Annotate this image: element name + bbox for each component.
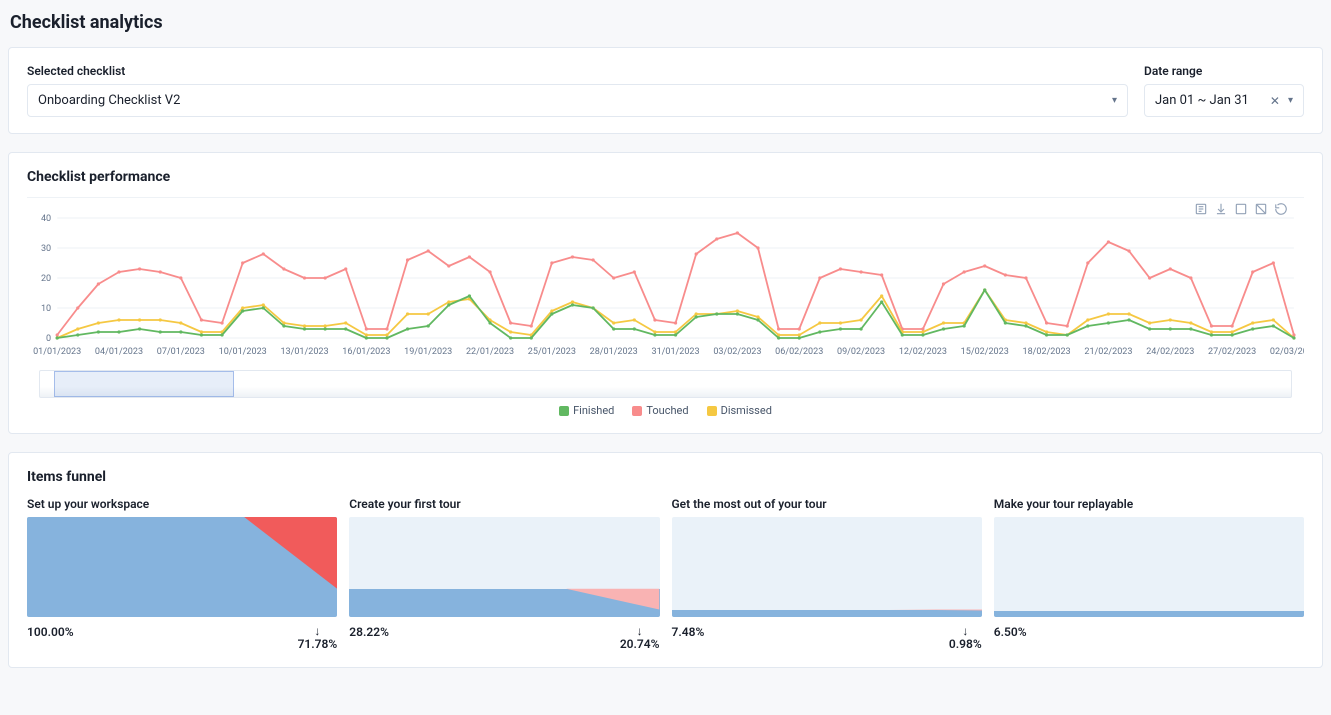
daterange-label: Date range [1144,64,1304,78]
svg-text:15/02/2023: 15/02/2023 [961,347,1009,357]
funnel-drop-pct: 71.78% [298,637,338,651]
zoom-icon[interactable] [1234,202,1248,216]
funnel-drop: ↓ 0.98% [949,625,982,651]
funnel-pct: 100.00% [27,625,74,639]
svg-text:12/02/2023: 12/02/2023 [899,347,947,357]
svg-text:31/01/2023: 31/01/2023 [651,347,699,357]
svg-text:30: 30 [41,244,51,254]
svg-text:22/01/2023: 22/01/2023 [466,347,514,357]
funnel-step-title: Get the most out of your tour [672,497,982,511]
arrow-down-icon: ↓ [620,625,660,637]
svg-text:01/01/2023: 01/01/2023 [33,347,81,357]
performance-title: Checklist performance [27,169,1304,185]
svg-text:20: 20 [41,274,51,284]
arrow-down-icon: ↓ [298,625,338,637]
legend-dismissed[interactable]: Dismissed [707,404,772,417]
funnel-bar [672,517,982,617]
funnel-bar [349,517,659,617]
page-title: Checklist analytics [10,12,1329,33]
svg-text:09/02/2023: 09/02/2023 [837,347,885,357]
svg-text:03/02/2023: 03/02/2023 [713,347,761,357]
svg-text:19/01/2023: 19/01/2023 [404,347,452,357]
svg-text:0: 0 [46,334,51,344]
svg-text:07/01/2023: 07/01/2023 [157,347,205,357]
checklist-label: Selected checklist [27,64,1128,78]
svg-text:18/02/2023: 18/02/2023 [1023,347,1071,357]
download-icon[interactable] [1214,202,1228,216]
funnel-step: Set up your workspace 100.00% ↓ 71.78% [27,497,337,651]
performance-chart-wrap: 0 10 20 30 40 01/01/2023 04/01/2023 07/01/2023 1… [27,197,1304,417]
chart-toolbar [1194,202,1288,216]
funnel-card: Items funnel Set up your workspace 100.0… [8,452,1323,668]
restore-icon[interactable] [1274,202,1288,216]
funnel-step-title: Make your tour replayable [994,497,1304,511]
svg-text:24/02/2023: 24/02/2023 [1146,347,1194,357]
svg-text:16/01/2023: 16/01/2023 [342,347,390,357]
svg-text:06/02/2023: 06/02/2023 [775,347,823,357]
svg-text:04/01/2023: 04/01/2023 [95,347,143,357]
chevron-down-icon: ▾ [1288,95,1293,106]
daterange-value: Jan 01 ~ Jan 31 [1155,93,1249,108]
clear-icon[interactable]: ✕ [1270,94,1280,108]
svg-text:40: 40 [41,214,51,224]
svg-text:27/02/2023: 27/02/2023 [1208,347,1256,357]
chart-legend: Finished Touched Dismissed [27,404,1304,417]
funnel-drop: ↓ 20.74% [620,625,660,651]
svg-text:21/02/2023: 21/02/2023 [1084,347,1132,357]
filters-card: Selected checklist Onboarding Checklist … [8,47,1323,134]
funnel-pct: 6.50% [994,625,1027,639]
zoom-brush-selection[interactable] [54,371,234,397]
funnel-step-title: Create your first tour [349,497,659,511]
checklist-value: Onboarding Checklist V2 [38,93,180,108]
data-view-icon[interactable] [1194,202,1208,216]
checklist-select[interactable]: Onboarding Checklist V2 ▾ [27,84,1128,117]
funnel-drop-pct: 20.74% [620,637,660,651]
svg-text:02/03/2023: 02/03/2023 [1270,347,1304,357]
svg-text:10/01/2023: 10/01/2023 [219,347,267,357]
daterange-picker[interactable]: Jan 01 ~ Jan 31 ✕ ▾ [1144,84,1304,117]
performance-chart[interactable]: 0 10 20 30 40 01/01/2023 04/01/2023 07/01/2023 1… [27,208,1304,358]
funnel-title: Items funnel [27,469,1304,485]
legend-finished[interactable]: Finished [559,404,614,417]
zoom-reset-icon[interactable] [1254,202,1268,216]
chevron-down-icon: ▾ [1112,95,1117,106]
performance-card: Checklist performance 0 10 20 30 40 01/01/202… [8,152,1323,434]
legend-touched[interactable]: Touched [632,404,688,417]
funnel-pct: 7.48% [672,625,705,639]
funnel-row: Set up your workspace 100.00% ↓ 71.78% C… [27,497,1304,651]
arrow-down-icon: ↓ [949,625,982,637]
funnel-bar [994,517,1304,617]
funnel-drop: ↓ 71.78% [298,625,338,651]
funnel-step-title: Set up your workspace [27,497,337,511]
svg-text:10: 10 [41,304,51,314]
funnel-bar [27,517,337,617]
funnel-pct: 28.22% [349,625,389,639]
svg-text:25/01/2023: 25/01/2023 [528,347,576,357]
svg-text:28/01/2023: 28/01/2023 [590,347,638,357]
zoom-brush[interactable] [39,370,1292,398]
funnel-step: Create your first tour 28.22% ↓ 20.74% [349,497,659,651]
funnel-step: Get the most out of your tour 7.48% ↓ 0.… [672,497,982,651]
funnel-step: Make your tour replayable 6.50% [994,497,1304,651]
funnel-drop-pct: 0.98% [949,637,982,651]
svg-text:13/01/2023: 13/01/2023 [280,347,328,357]
